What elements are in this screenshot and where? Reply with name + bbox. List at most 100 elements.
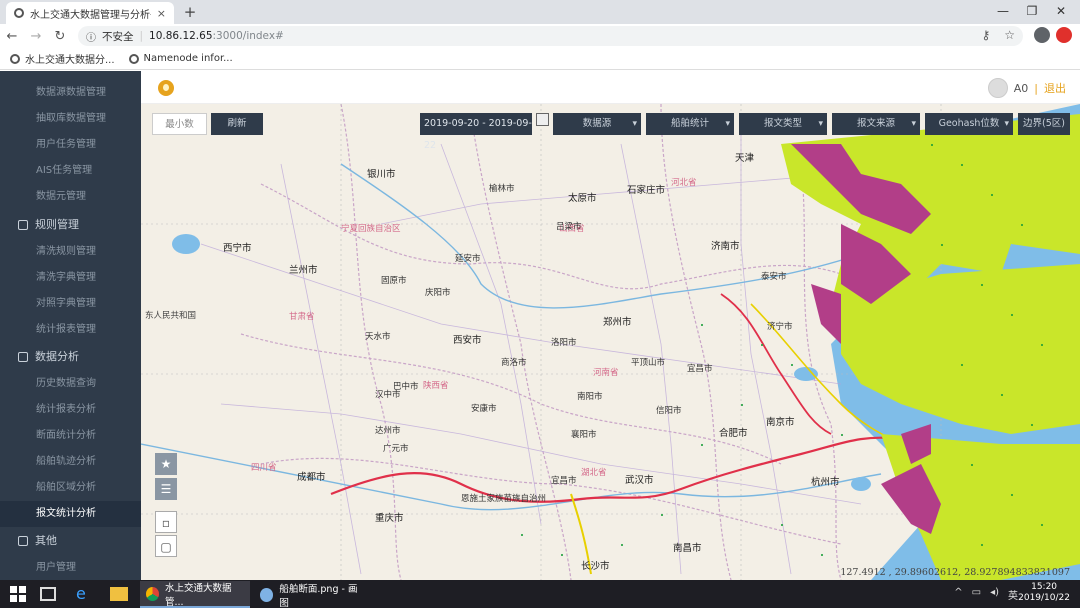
other-icon	[18, 536, 28, 546]
city-label: 长沙市	[581, 561, 610, 572]
sidebar-item[interactable]: 用户管理	[0, 555, 141, 580]
country-label: 东人民共和国	[145, 311, 197, 321]
city-label: 天津	[735, 153, 755, 164]
datasource-select[interactable]: 数据源	[553, 113, 641, 135]
province-label: 宁夏回族自治区	[341, 224, 401, 234]
sidebar-group-other[interactable]: 其他	[0, 528, 141, 554]
city-label: 银川市	[367, 169, 396, 180]
city-label: 西安市	[453, 335, 482, 346]
browser-tabbar: 水上交通大数据管理与分析平台 × + — ❐ ✕	[0, 0, 1080, 24]
task-view-icon[interactable]	[40, 587, 56, 601]
clock-time: 15:20	[1031, 582, 1058, 592]
taskbar-app-paint[interactable]: 船舶断面.png - 画图	[254, 581, 369, 609]
profile-icon[interactable]	[1034, 27, 1050, 43]
sidebar-item[interactable]: 断面统计分析	[0, 423, 141, 449]
windows-start-icon[interactable]	[10, 586, 26, 602]
province-label: 湖北省	[581, 468, 607, 478]
globe-icon	[14, 8, 24, 18]
sidebar-item[interactable]: 用户任务管理	[0, 132, 141, 158]
forward-arrow-icon[interactable]: →	[24, 29, 48, 44]
info-icon[interactable]: ⓘ	[86, 29, 96, 44]
user-menu: A0 | 退出	[987, 78, 1066, 98]
city-label: 天水市	[365, 332, 391, 342]
edge-icon[interactable]: e	[76, 584, 96, 604]
menu-icon[interactable]: ☰	[155, 478, 177, 500]
msg-source-select[interactable]: 报文来源	[832, 113, 920, 135]
city-label: 南阳市	[577, 392, 603, 402]
chevron-up-icon[interactable]: ^	[954, 587, 962, 602]
city-label: 重庆市	[375, 513, 404, 524]
url-host: 10.86.12.65	[149, 30, 213, 42]
city-label: 商洛市	[501, 358, 527, 368]
date-range-input[interactable]: 2019-09-20 - 2019-09-22	[420, 113, 532, 151]
chrome-icon	[146, 586, 159, 601]
map-canvas	[141, 104, 1080, 580]
city-label: 武汉市	[625, 475, 654, 486]
sidebar-item[interactable]: 统计报表管理	[0, 317, 141, 343]
province-label: 四川省	[251, 463, 277, 473]
sidebar-item[interactable]: 数据源数据管理	[0, 80, 141, 106]
avatar[interactable]	[987, 78, 1008, 98]
close-tab-icon[interactable]: ×	[157, 7, 166, 20]
sidebar-group-rules[interactable]: 规则管理	[0, 212, 141, 238]
sidebar-item[interactable]: 统计报表分析	[0, 397, 141, 423]
ship-stats-select[interactable]: 船舶统计	[646, 113, 734, 135]
logout-link[interactable]: 退出	[1044, 80, 1066, 96]
sidebar-item[interactable]: 清洗字典管理	[0, 265, 141, 291]
layer-icon[interactable]: ▫	[155, 511, 177, 533]
network-icon[interactable]: ▭	[972, 587, 981, 602]
refresh-button[interactable]: 刷新	[211, 113, 263, 135]
key-icon[interactable]: ⚷	[981, 28, 990, 42]
close-window-button[interactable]: ✕	[1042, 0, 1080, 24]
city-label: 榆林市	[489, 184, 515, 194]
sidebar-item[interactable]: 清洗规则管理	[0, 239, 141, 265]
browser-tab[interactable]: 水上交通大数据管理与分析平台 ×	[6, 2, 174, 24]
new-tab-button[interactable]: +	[180, 2, 200, 22]
taskbar-app-label: 船舶断面.png - 画图	[279, 583, 358, 609]
back-arrow-icon[interactable]: ←	[0, 29, 24, 44]
square-icon[interactable]: ▢	[155, 535, 177, 557]
sidebar-group-analysis[interactable]: 数据分析	[0, 344, 141, 370]
msg-type-select[interactable]: 报文类型	[739, 113, 827, 135]
boundary-button[interactable]: 边界(5区)	[1018, 113, 1070, 135]
clock[interactable]: 15:20 2019/10/22	[1018, 582, 1070, 604]
ime-indicator[interactable]: 英	[1008, 587, 1018, 602]
taskbar-app-chrome[interactable]: 水上交通大数据管...	[140, 581, 250, 608]
reload-icon[interactable]: ↻	[48, 29, 72, 44]
file-explorer-icon[interactable]	[110, 587, 128, 601]
sidebar-item[interactable]: 船舶区域分析	[0, 475, 141, 501]
bookmark-item[interactable]: 水上交通大数据分...	[10, 51, 115, 66]
calendar-icon[interactable]	[536, 113, 549, 126]
star-icon[interactable]: ☆	[1004, 28, 1015, 42]
star-icon[interactable]: ★	[155, 453, 177, 475]
address-bar[interactable]: ⓘ 不安全 | 10.86.12.65 :3000/index# ⚷ ☆	[78, 26, 1023, 46]
group-label: 数据分析	[35, 350, 79, 363]
lightbulb-icon[interactable]	[158, 80, 174, 96]
username: A0	[1013, 81, 1029, 95]
clock-date: 2019/10/22	[1018, 593, 1070, 603]
sidebar-item[interactable]: 历史数据查询	[0, 371, 141, 397]
sidebar-item[interactable]: 船舶轨迹分析	[0, 449, 141, 475]
bookmark-item[interactable]: Namenode infor...	[128, 53, 233, 64]
sidebar-item[interactable]: AIS任务管理	[0, 158, 141, 184]
sidebar-item[interactable]: 对照字典管理	[0, 291, 141, 317]
map-view[interactable]: 宁夏回族自治区 山西省 河北省 甘肃省 陕西省 河南省 四川省 湖北省 银川市 …	[141, 104, 1080, 580]
bookmark-label: 水上交通大数据分...	[25, 55, 115, 66]
city-label: 兰州市	[289, 265, 318, 276]
group-label: 其他	[35, 534, 57, 547]
geohash-select[interactable]: Geohash位数	[925, 113, 1013, 135]
sidebar-item[interactable]: 数据元管理	[0, 184, 141, 210]
volume-icon[interactable]: ◂)	[990, 587, 999, 602]
extension-icon[interactable]	[1056, 27, 1072, 43]
province-label: 甘肃省	[289, 312, 315, 322]
globe-icon	[10, 53, 20, 64]
city-label: 固原市	[381, 276, 407, 286]
bookmark-label: Namenode infor...	[143, 53, 233, 64]
sidebar-item[interactable]: 抽取库数据管理	[0, 106, 141, 132]
city-label: 郑州市	[603, 317, 632, 328]
sidebar-item-active[interactable]: 报文统计分析	[0, 501, 141, 527]
city-label: 信阳市	[656, 406, 682, 416]
city-label: 恩施土家族苗族自治州	[461, 494, 547, 504]
min-count-input[interactable]: 最小数	[152, 113, 207, 135]
city-label: 吕梁市	[556, 222, 582, 232]
